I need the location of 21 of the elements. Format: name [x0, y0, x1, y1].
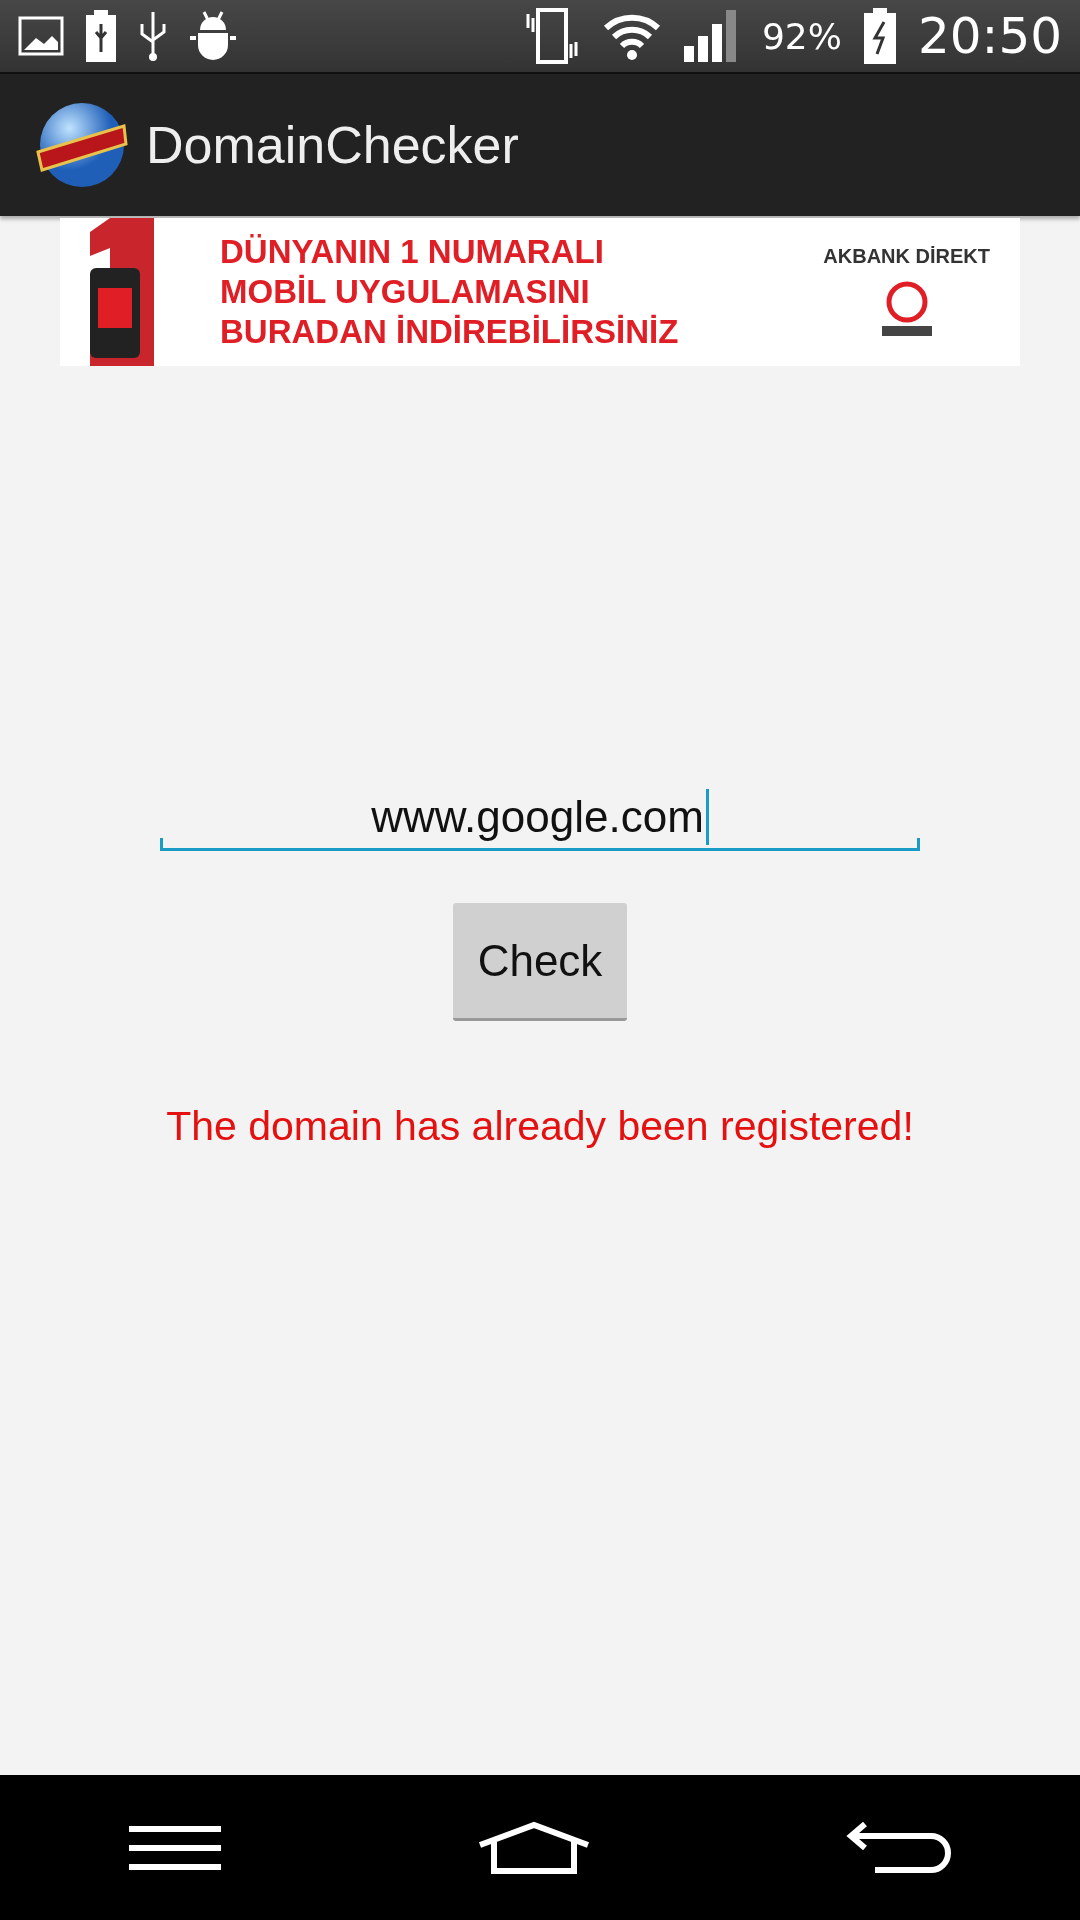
app-title: DomainChecker — [146, 115, 519, 175]
usb-icon — [138, 10, 168, 62]
battery-percentage: 92% — [761, 15, 842, 57]
wifi-icon — [601, 12, 662, 60]
menu-icon[interactable] — [126, 1824, 223, 1871]
result-message: The domain has already been registered! — [166, 1103, 914, 1150]
globe-icon — [36, 100, 128, 190]
picture-icon — [18, 16, 64, 56]
check-button[interactable]: Check — [453, 903, 627, 1021]
android-bug-icon — [190, 10, 236, 62]
ad-headline: DÜNYANIN 1 NUMARALI — [220, 232, 605, 272]
battery-charging-icon — [863, 8, 896, 64]
clock: 20:50 — [917, 7, 1062, 65]
ad-banner[interactable]: DÜNYANIN 1 NUMARALI MOBİL UYGULAMASINI BURADAN İNDİREBİLİRSİNİZ AKBANK DİREKT — [60, 218, 1020, 366]
home-icon[interactable] — [476, 1820, 592, 1875]
back-icon[interactable] — [845, 1819, 954, 1876]
domain-input-field[interactable]: www.google.com — [160, 786, 920, 851]
ad-headline: MOBİL UYGULAMASINI — [220, 272, 591, 312]
ad-brand: AKBANK DİREKT — [823, 244, 990, 268]
battery-usb-icon — [86, 10, 116, 62]
ad-headline: BURADAN İNDİREBİLİRSİNİZ — [220, 312, 679, 352]
